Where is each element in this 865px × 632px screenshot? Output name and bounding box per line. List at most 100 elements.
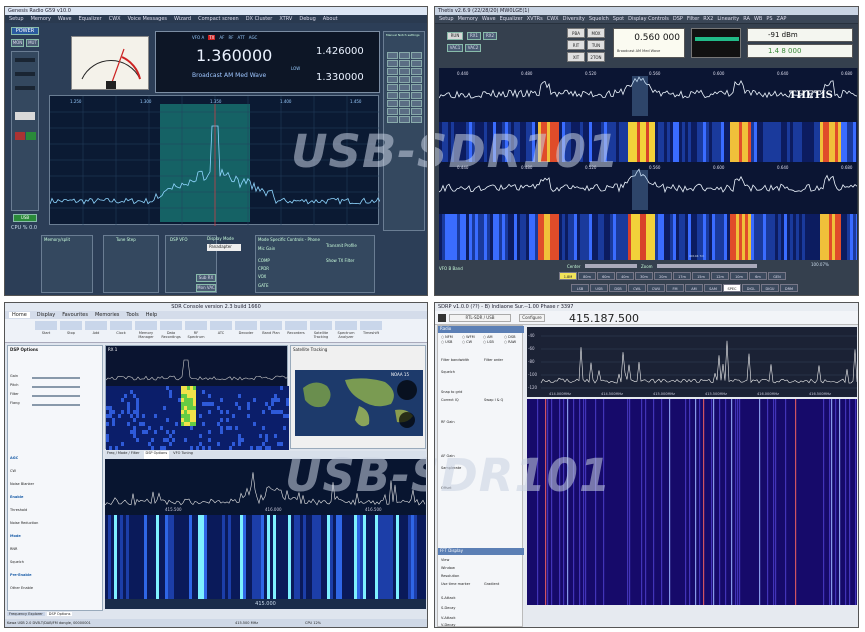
thetis-btn-rit[interactable]: RIT bbox=[567, 40, 585, 50]
sdrpp-waterfall[interactable] bbox=[527, 399, 857, 605]
band-grid-button[interactable] bbox=[399, 100, 410, 107]
band-10m[interactable]: 10m bbox=[730, 272, 748, 280]
vfo-tag-1[interactable]: TX bbox=[208, 35, 216, 40]
genesis-menu-item-11[interactable]: About bbox=[323, 16, 338, 22]
thetis-btn-2ton[interactable]: 2TON bbox=[587, 52, 605, 62]
ribbon-item-1[interactable]: Stop bbox=[60, 321, 82, 340]
rx-indicator[interactable] bbox=[26, 132, 36, 140]
thetis-btn-tun[interactable]: TUN bbox=[587, 40, 605, 50]
mode-digu[interactable]: DIGU bbox=[761, 284, 779, 292]
band-6m[interactable]: 6m bbox=[749, 272, 767, 280]
rf-slider[interactable] bbox=[15, 72, 35, 76]
band-grid-button[interactable] bbox=[399, 68, 410, 75]
zoom-slider[interactable] bbox=[657, 264, 757, 268]
dsp-slider[interactable] bbox=[32, 404, 80, 406]
band-grid-button[interactable] bbox=[387, 60, 398, 67]
band-grid-button[interactable] bbox=[399, 116, 410, 123]
dsp-bottom-tab-0[interactable]: Frequency Explorer bbox=[7, 612, 45, 616]
mode-am[interactable]: AM bbox=[685, 284, 703, 292]
band-grid-button[interactable] bbox=[411, 60, 422, 67]
dsp-slider[interactable] bbox=[32, 395, 80, 397]
mode-radio-wfm[interactable]: ○ WFM bbox=[462, 335, 482, 339]
band-grid-button[interactable] bbox=[387, 84, 398, 91]
vfo-tag-4[interactable]: ATT bbox=[238, 35, 245, 40]
band-20m[interactable]: 20m bbox=[654, 272, 672, 280]
band-grid-button[interactable] bbox=[399, 60, 410, 67]
dsp-section-8[interactable]: Squelch bbox=[10, 560, 100, 573]
rx1-button[interactable]: RX1 bbox=[467, 32, 481, 40]
thetis-menu-item-7[interactable]: Squelch bbox=[589, 16, 609, 22]
band-grid-button[interactable] bbox=[411, 116, 422, 123]
vfo-a-frequency[interactable]: 1.360000 bbox=[196, 46, 272, 65]
thetis-btn-xit[interactable]: XIT bbox=[567, 52, 585, 62]
band-grid-button[interactable] bbox=[387, 92, 398, 99]
mode-radio-usb[interactable]: ○ USB bbox=[441, 340, 461, 344]
thetis-menu-item-10[interactable]: DSP bbox=[673, 16, 683, 22]
band-40m[interactable]: 40m bbox=[616, 272, 634, 280]
display-mode-select[interactable]: Panadapter bbox=[207, 244, 241, 251]
mut-button[interactable]: MUT bbox=[26, 39, 39, 47]
squelch-checkbox[interactable]: Squelch bbox=[441, 370, 455, 374]
mode-radio-dsb[interactable]: ○ DSB bbox=[504, 335, 524, 339]
center-slider[interactable] bbox=[585, 264, 637, 268]
thetis-menu-item-13[interactable]: Linearity bbox=[717, 16, 739, 22]
ribbon-item-10[interactable]: Recorders bbox=[285, 321, 307, 340]
band-60m[interactable]: 60m bbox=[597, 272, 615, 280]
band-grid-button[interactable] bbox=[387, 100, 398, 107]
band-grid-button[interactable] bbox=[387, 52, 398, 59]
dsp-section-10[interactable]: Other Enable bbox=[10, 586, 100, 599]
tx-indicator[interactable] bbox=[15, 132, 25, 140]
band-30m[interactable]: 30m bbox=[635, 272, 653, 280]
pwr-slider[interactable] bbox=[15, 86, 35, 90]
sub-rx-button[interactable]: Sub RX bbox=[196, 274, 216, 282]
ribbon-item-11[interactable]: Satellite Tracking bbox=[310, 321, 332, 340]
swap-iq-checkbox[interactable]: Swap I & Q bbox=[484, 398, 503, 402]
thetis-menu-item-0[interactable]: Setup bbox=[439, 16, 454, 22]
mode-cwu[interactable]: CWU bbox=[647, 284, 665, 292]
thetis-menu-item-15[interactable]: WB bbox=[754, 16, 762, 22]
panel-tab-1[interactable]: DSP Options bbox=[143, 451, 170, 459]
sub-frequency-bottom[interactable]: 1.330000 bbox=[316, 72, 364, 83]
genesis-menu-item-7[interactable]: Compact screen bbox=[198, 16, 239, 22]
band-grid-button[interactable] bbox=[411, 52, 422, 59]
thetis-menu-item-8[interactable]: Spot bbox=[613, 16, 624, 22]
vfo-tag-3[interactable]: RF bbox=[228, 35, 233, 40]
ribbon-item-12[interactable]: Spectrum Analyzer bbox=[335, 321, 357, 340]
band-grid-button[interactable] bbox=[411, 100, 422, 107]
band-grid-button[interactable] bbox=[411, 68, 422, 75]
mode-radio-nfm[interactable]: ○ NFM bbox=[441, 335, 461, 339]
band-12m[interactable]: 12m bbox=[711, 272, 729, 280]
band-grid-button[interactable] bbox=[387, 116, 398, 123]
dsp-section-7[interactable]: RNR bbox=[10, 547, 100, 560]
thetis-menu-item-12[interactable]: RX2 bbox=[703, 16, 713, 22]
sdr-tab-memories[interactable]: Memories bbox=[95, 312, 119, 318]
vfo-a-frequency-thetis[interactable]: 0.560 000 bbox=[634, 33, 680, 43]
vfo-tag-2[interactable]: AF bbox=[219, 35, 224, 40]
thetis-menu-item-5[interactable]: CWX bbox=[547, 16, 559, 22]
run-button[interactable]: RUN bbox=[447, 32, 463, 40]
band-15m[interactable]: 15m bbox=[692, 272, 710, 280]
thetis-btn-mox[interactable]: MOX bbox=[587, 28, 605, 38]
ribbon-item-8[interactable]: Decoder bbox=[235, 321, 257, 340]
genesis-menu-item-0[interactable]: Setup bbox=[9, 16, 24, 22]
dsp-bottom-tab-1[interactable]: DSP Options bbox=[46, 612, 73, 616]
snap-checkbox[interactable]: Snap to grid bbox=[441, 390, 462, 394]
dsp-section-1[interactable]: CW bbox=[10, 469, 100, 482]
band-grid-button[interactable] bbox=[411, 76, 422, 83]
ribbon-item-3[interactable]: Clock bbox=[110, 321, 132, 340]
band-80m[interactable]: 80m bbox=[578, 272, 596, 280]
mode-radio-lsb[interactable]: ○ LSB bbox=[483, 340, 503, 344]
mon-button[interactable]: MON bbox=[11, 39, 24, 47]
vfo-tag-5[interactable]: AGC bbox=[249, 35, 258, 40]
ribbon-item-6[interactable]: RF Spectrum bbox=[185, 321, 207, 340]
band-grid-button[interactable] bbox=[399, 108, 410, 115]
genesis-menu-item-10[interactable]: Debug bbox=[299, 16, 315, 22]
vac1-button[interactable]: VAC1 bbox=[447, 44, 463, 52]
thetis-menu-item-1[interactable]: Memory bbox=[458, 16, 478, 22]
mode-lsb[interactable]: LSB bbox=[571, 284, 589, 292]
mode-digl[interactable]: DIGL bbox=[742, 284, 760, 292]
mode-radio-raw[interactable]: ○ RAW bbox=[504, 340, 524, 344]
mode-usb[interactable]: USB bbox=[590, 284, 608, 292]
dsp-slider[interactable] bbox=[32, 386, 80, 388]
thetis-menu-item-17[interactable]: ZAP bbox=[777, 16, 787, 22]
